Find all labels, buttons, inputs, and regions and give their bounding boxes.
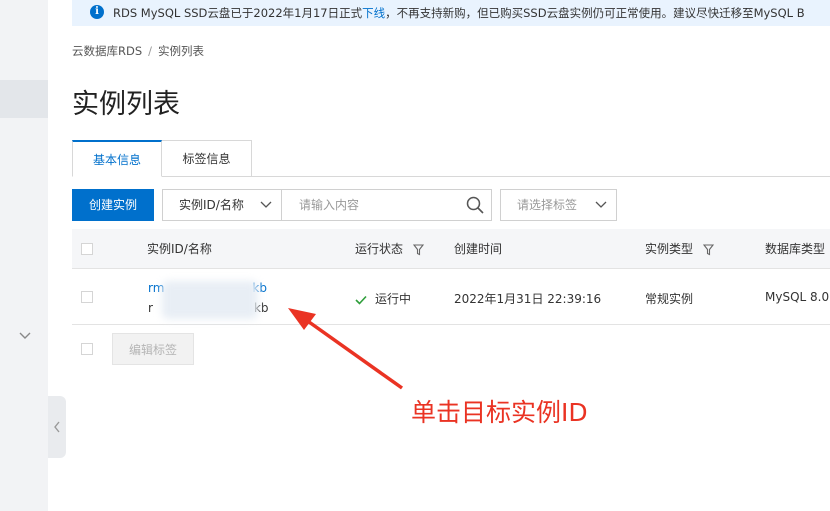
column-header-id: 实例ID/名称: [147, 242, 212, 256]
chevron-down-icon: [260, 201, 272, 208]
db-type: MySQL 8.0: [765, 290, 830, 304]
tab-tag-info[interactable]: 标签信息: [162, 140, 252, 177]
info-icon: i: [90, 5, 104, 19]
breadcrumb-current: 实例列表: [158, 44, 205, 58]
chevron-left-icon: [54, 421, 60, 433]
redacted-id-blur: [162, 281, 258, 319]
search-group: 实例ID/名称: [162, 189, 492, 221]
footer-select-checkbox[interactable]: [81, 343, 93, 355]
search-field-select[interactable]: 实例ID/名称: [163, 190, 282, 220]
search-field-value: 实例ID/名称: [179, 198, 244, 212]
breadcrumb-root[interactable]: 云数据库RDS: [72, 44, 142, 58]
page-title: 实例列表: [72, 89, 180, 120]
created-time: 2022年1月31日 22:39:16: [454, 292, 602, 306]
notice-text: RDS MySQL SSD云盘已于2022年1月17日正式下线，不再支持新购，但…: [113, 6, 805, 20]
select-all-checkbox[interactable]: [81, 243, 93, 255]
edit-tags-button[interactable]: 编辑标签: [112, 333, 194, 365]
breadcrumb: 云数据库RDS / 实例列表: [72, 43, 204, 59]
annotation-arrow: [288, 308, 404, 390]
notice-banner: i RDS MySQL SSD云盘已于2022年1月17日正式下线，不再支持新购…: [72, 0, 830, 26]
search-input[interactable]: [283, 190, 453, 220]
column-header-db-type: 数据库类型: [765, 242, 826, 256]
tag-select[interactable]: 请选择标签: [500, 189, 617, 221]
left-nav-rail: [0, 0, 48, 511]
column-header-status: 运行状态: [355, 229, 424, 269]
create-instance-button[interactable]: 创建实例: [72, 189, 154, 221]
tab-bar: 基本信息 标签信息: [72, 140, 830, 177]
row-checkbox[interactable]: [81, 291, 93, 303]
left-nav-active-item[interactable]: [0, 80, 48, 118]
tab-basic-info[interactable]: 基本信息: [72, 140, 162, 177]
filter-icon[interactable]: [702, 243, 714, 256]
filter-icon[interactable]: [412, 243, 424, 256]
notice-link[interactable]: 下线: [362, 6, 385, 20]
instance-type: 常规实例: [645, 292, 694, 306]
annotation-text: 单击目标实例ID: [411, 398, 588, 427]
breadcrumb-separator: /: [148, 44, 153, 58]
column-header-type: 实例类型: [645, 229, 714, 269]
rds-console: i RDS MySQL SSD云盘已于2022年1月17日正式下线，不再支持新购…: [0, 0, 830, 511]
search-icon[interactable]: [465, 195, 485, 215]
column-header-created: 创建时间: [454, 242, 503, 256]
chevron-down-icon[interactable]: [18, 331, 32, 341]
table-header: 实例ID/名称 运行状态 创建时间 实例类型 数据库类型: [72, 229, 830, 269]
sidebar-collapse-handle[interactable]: [48, 396, 66, 458]
chevron-down-icon: [595, 201, 607, 208]
tag-select-placeholder: 请选择标签: [517, 198, 578, 212]
